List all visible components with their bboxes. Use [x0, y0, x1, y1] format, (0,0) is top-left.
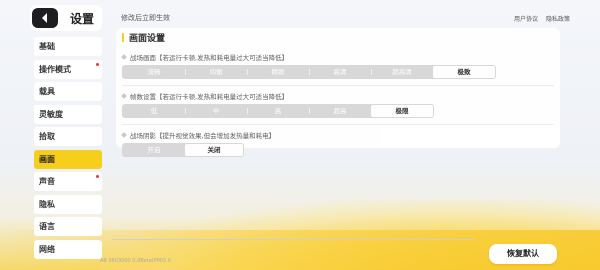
segment-option[interactable]: 超高 [309, 105, 371, 117]
section-label: 战场阴影【提升视觉效果,但会增加发热量和耗电】 [121, 130, 554, 140]
sidebar-item[interactable]: 灵敏度 [34, 104, 102, 124]
sidebar-item[interactable]: 语言 [34, 217, 102, 236]
segment-option[interactable]: 开启 [123, 144, 185, 156]
settings-section: 战场阴影【提升视觉效果,但会增加发热量和耗电】开启 关闭 [121, 130, 554, 157]
settings-section: 帧数设置【若运行卡顿,发热和耗电量过大可适当降低】低中高超高 极限 [121, 91, 554, 118]
section-label: 帧数设置【若运行卡顿,发热和耗电量过大可适当降低】 [121, 91, 554, 101]
segment-option[interactable]: 流畅 [123, 66, 185, 78]
sidebar-item-label: 载具 [39, 87, 55, 96]
graphics-settings-panel: 画面设置 战场画面【若运行卡顿,发热和耗电量过大可适当降低】 流畅 均衡 精致 高清 超高… [116, 28, 560, 157]
segment-option[interactable]: 低 [123, 105, 185, 117]
section-label-text: 帧数设置【若运行卡顿,发热和耗电量过大可适当降低】 [130, 93, 289, 101]
sidebar-item-label: 声音 [39, 177, 55, 186]
segment-option[interactable]: 极致 [433, 66, 495, 78]
privacy-policy-link[interactable]: 隐私政策 [546, 14, 570, 23]
section-label-text: 战场画面【若运行卡顿,发热和耗电量过大可适当降低】 [130, 54, 289, 62]
diamond-bullet-icon [121, 132, 127, 138]
sidebar-item-label: 隐私 [39, 199, 55, 209]
segment-option[interactable]: 极限 [371, 105, 433, 117]
bottom-divider [112, 239, 475, 240]
sidebar-item[interactable]: 基础 [34, 37, 102, 56]
segment-option[interactable]: 中 [185, 105, 247, 117]
page-title: 设置 [70, 12, 95, 26]
section-label: 战场画面【若运行卡顿,发热和耗电量过大可适当降低】 [121, 52, 554, 62]
section-divider [122, 124, 554, 125]
segmented-control: 流畅 均衡 精致 高清 超高清 极致 [122, 65, 496, 79]
segment-option[interactable]: 高 [247, 105, 309, 117]
segment-option[interactable]: 关闭 [185, 144, 243, 156]
panel-header: 画面设置 [116, 28, 560, 47]
segmented-control: 低中高超高 极限 [122, 104, 434, 118]
user-agreement-link[interactable]: 用户协议 [514, 14, 538, 23]
sidebar: 基础操作模式载具灵敏度拾取画面声音隐私语言网络 [34, 37, 102, 259]
sidebar-item-label: 操作模式 [39, 64, 71, 74]
title-accent-bar [122, 33, 124, 42]
sidebar-item-label: 语言 [39, 222, 55, 231]
apply-hint: 修改后立即生效 [121, 14, 170, 22]
sidebar-item[interactable]: 网络 [34, 239, 102, 259]
segment-option[interactable]: 精致 [247, 66, 309, 78]
back-arrow-icon [42, 13, 47, 23]
sidebar-item-label: 拾取 [39, 132, 55, 141]
section-label-text: 战场阴影【提升视觉效果,但会增加发热量和耗电】 [130, 132, 276, 140]
sidebar-item[interactable]: 拾取 [34, 127, 102, 146]
segment-option[interactable]: 高清 [309, 66, 371, 78]
sidebar-item[interactable]: 声音 [34, 172, 102, 191]
sidebar-item-label: 网络 [39, 244, 55, 254]
sidebar-item[interactable]: 载具 [34, 82, 102, 101]
section-divider [122, 85, 554, 86]
top-links: 用户协议 隐私政策 [514, 14, 570, 23]
sidebar-item-label: 画面 [39, 154, 55, 164]
sidebar-item-label: 基础 [39, 42, 55, 51]
segment-option[interactable]: 均衡 [185, 66, 247, 78]
sidebar-item-label: 灵敏度 [39, 109, 63, 119]
back-button[interactable] [32, 8, 58, 28]
sidebar-item[interactable]: 画面 [34, 149, 102, 169]
sidebar-item[interactable]: 隐私 [34, 194, 102, 214]
reset-default-button[interactable]: 恢复默认 [489, 244, 557, 264]
notification-dot-icon [96, 62, 99, 66]
sidebar-item[interactable]: 操作模式 [34, 59, 102, 79]
segmented-control: 开启 关闭 [122, 143, 244, 157]
diamond-bullet-icon [121, 93, 127, 99]
segment-option[interactable]: 超高清 [371, 66, 433, 78]
version-text: AB 0603000 0.0Beta(PM)5.0 [100, 258, 171, 264]
panel-title: 画面设置 [129, 34, 166, 44]
notification-dot-icon [96, 175, 99, 178]
settings-section: 战场画面【若运行卡顿,发热和耗电量过大可适当降低】流畅 均衡 精致 高清 超高清 极致 [121, 52, 554, 79]
diamond-bullet-icon [121, 54, 127, 60]
